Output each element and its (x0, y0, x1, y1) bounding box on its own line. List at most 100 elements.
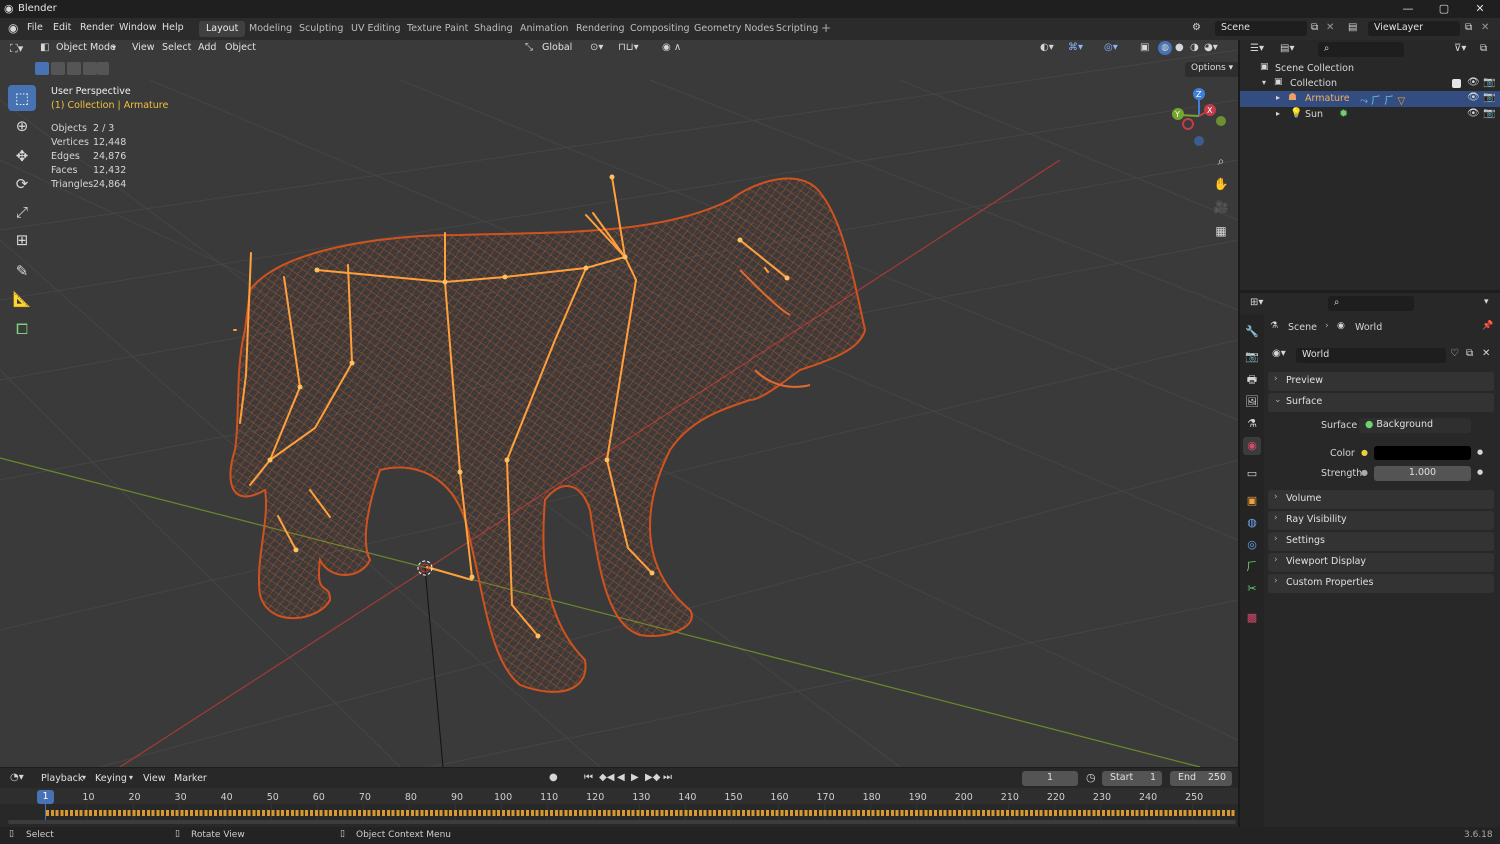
scale-tool[interactable]: ⤢ (8, 199, 36, 225)
maximize-button[interactable]: ▢ (1426, 0, 1462, 18)
outliner-row-collection[interactable]: ▾ ▣ Collection 👁 📷 (1240, 76, 1500, 92)
pin-icon[interactable]: 📌 (1482, 321, 1493, 331)
world-tab-icon[interactable]: ◉ (1243, 437, 1261, 455)
panel-ray-visibility[interactable]: › Ray Visibility (1268, 511, 1494, 530)
physics-tab-icon[interactable]: ◎ (1243, 536, 1261, 554)
fake-user-icon[interactable]: ♡ (1450, 348, 1459, 359)
editor-type-icon[interactable]: ⛶▾ (10, 42, 23, 56)
surface-shader-field[interactable]: ● Background (1359, 418, 1471, 433)
view-layer-icon[interactable]: ▤ (1348, 22, 1357, 33)
menu-object[interactable]: Object (225, 42, 256, 53)
material-shading-icon[interactable]: ◑ (1190, 42, 1199, 53)
move-tool[interactable]: ✥ (8, 143, 36, 169)
viewport-scene[interactable] (0, 40, 1238, 767)
panel-preview[interactable]: › Preview (1268, 372, 1494, 391)
outliner-search-input[interactable]: ⌕ (1318, 42, 1404, 57)
constraint-tab-icon[interactable]: ⺁ (1243, 558, 1261, 576)
transform-orientation-dropdown[interactable]: Global (542, 42, 572, 53)
duplicate-world-icon[interactable]: ⧉ (1466, 348, 1473, 359)
texture-tab-icon[interactable]: ▩ (1243, 609, 1261, 627)
panel-settings[interactable]: › Settings (1268, 532, 1494, 551)
annotate-tool[interactable]: ✎ (8, 258, 36, 284)
data-tab-icon[interactable]: ✂ (1243, 580, 1261, 598)
render-tab-icon[interactable]: 📷 (1243, 348, 1261, 366)
collection-tab-icon[interactable]: ▭ (1243, 465, 1261, 483)
overlays-icon[interactable]: ◎▾ (1104, 42, 1118, 53)
eye-icon[interactable]: 👁 (1467, 108, 1480, 119)
rotate-tool[interactable]: ⟳ (8, 171, 36, 197)
blender-menu-icon[interactable]: ◉ (8, 21, 18, 35)
delete-view-layer-icon[interactable]: ✕ (1481, 22, 1489, 33)
menu-edit[interactable]: Edit (53, 22, 71, 33)
solid-shading-icon[interactable]: ● (1175, 42, 1184, 53)
tab-shading[interactable]: Shading (467, 21, 520, 37)
expand-arrow-icon[interactable]: ▾ (1262, 78, 1266, 87)
pose-data-icons[interactable]: ⤳ ⺁ ⺁ ▽ (1360, 92, 1405, 107)
rendered-shading-icon[interactable]: ◕▾ (1204, 42, 1218, 53)
tab-layout[interactable]: Layout (199, 21, 246, 37)
collection-checkbox[interactable] (1452, 79, 1461, 88)
new-view-layer-icon[interactable]: ⧉ (1465, 22, 1472, 33)
select-extend-icon[interactable] (51, 62, 65, 75)
menu-window[interactable]: Window (119, 22, 156, 33)
menu-help[interactable]: Help (162, 22, 184, 33)
zoom-icon[interactable]: ⌕ (1210, 150, 1232, 172)
strength-field[interactable]: 1.000 (1374, 466, 1471, 481)
playhead[interactable]: 1 (37, 790, 54, 804)
tab-texture-paint[interactable]: Texture Paint (400, 21, 475, 37)
unlink-world-icon[interactable]: ✕ (1482, 348, 1490, 359)
scene-field[interactable]: Scene (1215, 21, 1307, 36)
gizmo-toggle-icon[interactable]: ⌘▾ (1068, 42, 1083, 53)
add-workspace-icon[interactable]: + (821, 21, 831, 35)
select-new-icon[interactable] (35, 62, 49, 75)
camera-render-icon[interactable]: 📷 (1483, 77, 1495, 88)
mode-dropdown[interactable]: Object Mode (56, 42, 116, 53)
panel-volume[interactable]: › Volume (1268, 490, 1494, 509)
camera-render-icon[interactable]: 📷 (1483, 92, 1495, 103)
properties-editor-icon[interactable]: ⊞▾ (1250, 297, 1263, 308)
transform-tool[interactable]: ⊞ (8, 227, 36, 253)
navigation-gizmo[interactable]: Z X Y (1164, 86, 1236, 150)
snap-icon[interactable]: ⊓⊔▾ (618, 42, 639, 53)
outliner-row-sun[interactable]: ▸ 💡 Sun ✹ 👁 📷 (1240, 107, 1500, 123)
eye-icon[interactable]: 👁 (1467, 77, 1480, 88)
3d-viewport[interactable]: Z X Y (0, 40, 1238, 767)
menu-select[interactable]: Select (162, 42, 191, 53)
color-socket-icon[interactable]: ● (1361, 448, 1368, 457)
properties-options-chevron-icon[interactable]: ▾ (1484, 297, 1489, 307)
keyframe-dot-icon[interactable]: ● (1477, 448, 1483, 456)
properties-search-input[interactable]: ⌕ (1328, 296, 1414, 311)
wireframe-shading-icon[interactable]: ◍ (1158, 41, 1172, 55)
select-difference-icon[interactable] (83, 62, 97, 75)
outliner-row-armature[interactable]: ▸ ☗ Armature ⤳ ⺁ ⺁ ▽ 👁 📷 (1240, 91, 1500, 107)
world-selector[interactable]: ◉▾ World ♡ ⧉ ✕ (1270, 348, 1496, 363)
outliner-editor-icon[interactable]: ☰▾ (1250, 43, 1264, 54)
scene-icon[interactable]: ⚙ (1192, 22, 1201, 33)
scene-tab-icon[interactable]: ⚗ (1243, 415, 1261, 433)
view-layer-tab-icon[interactable]: 🖼 (1243, 393, 1261, 411)
select-intersect-icon[interactable] (97, 62, 109, 75)
minimize-button[interactable]: — (1390, 0, 1426, 18)
output-tab-icon[interactable]: 🖶 (1243, 371, 1261, 389)
panel-surface[interactable]: ⌄ Surface (1268, 393, 1494, 412)
eye-icon[interactable]: 👁 (1467, 92, 1480, 103)
camera-view-icon[interactable]: 🎥 (1210, 196, 1232, 218)
expand-arrow-icon[interactable]: ▸ (1276, 93, 1280, 102)
expand-arrow-icon[interactable]: ▸ (1276, 109, 1280, 118)
options-dropdown[interactable]: Options ▾ (1185, 62, 1240, 77)
pan-hand-icon[interactable]: ✋ (1210, 173, 1232, 195)
tool-tab-icon[interactable]: 🔧 (1243, 323, 1261, 341)
tab-animation[interactable]: Animation (513, 21, 575, 37)
tab-sculpting[interactable]: Sculpting (292, 21, 350, 37)
tab-modeling[interactable]: Modeling (242, 21, 299, 37)
world-browse-icon[interactable]: ◉▾ (1272, 348, 1286, 359)
menu-file[interactable]: File (27, 22, 43, 33)
tab-geometry-nodes[interactable]: Geometry Nodes (687, 21, 781, 37)
select-box-tool[interactable]: ⬚ (8, 85, 36, 111)
tab-uv-editing[interactable]: UV Editing (344, 21, 408, 37)
visibility-icon[interactable]: ◐▾ (1040, 42, 1054, 53)
tab-compositing[interactable]: Compositing (623, 21, 697, 37)
perspective-toggle-icon[interactable]: ▦ (1210, 220, 1232, 242)
strength-socket-icon[interactable]: ● (1361, 468, 1368, 477)
xray-icon[interactable]: ▣ (1140, 42, 1149, 53)
